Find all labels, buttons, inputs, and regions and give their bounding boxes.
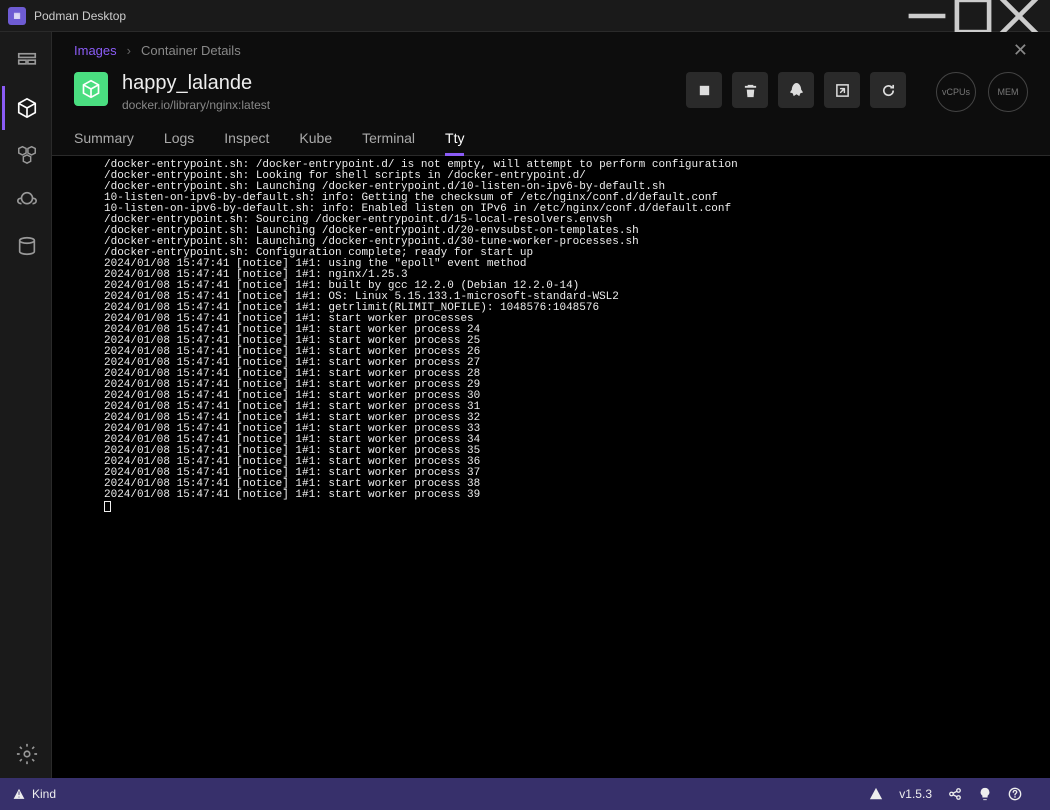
titlebar: ▦ Podman Desktop <box>0 0 1050 32</box>
tty-cursor <box>104 501 111 512</box>
status-kind[interactable]: Kind <box>12 787 56 801</box>
nav-pods[interactable] <box>2 132 50 176</box>
tty-line: 2024/01/08 15:47:41 [notice] 1#1: start … <box>104 490 1040 501</box>
tty-output[interactable]: /docker-entrypoint.sh: /docker-entrypoin… <box>52 156 1050 778</box>
sidebar <box>0 32 52 778</box>
breadcrumb-current: Container Details <box>141 43 241 58</box>
tab-tty[interactable]: Tty <box>445 122 464 156</box>
tab-terminal[interactable]: Terminal <box>362 122 415 156</box>
nav-settings[interactable] <box>2 732 50 776</box>
close-details-button[interactable]: ✕ <box>1013 40 1028 61</box>
status-version[interactable]: v1.5.3 <box>899 787 932 801</box>
tabs: Summary Logs Inspect Kube Terminal Tty <box>52 122 1050 156</box>
breadcrumb-sep: › <box>127 43 131 58</box>
app-title: Podman Desktop <box>34 9 126 23</box>
tab-inspect[interactable]: Inspect <box>224 122 269 156</box>
nav-dashboard[interactable] <box>2 40 50 84</box>
container-name: happy_lalande <box>122 72 270 95</box>
tab-logs[interactable]: Logs <box>164 122 194 156</box>
status-share-icon[interactable] <box>948 787 962 801</box>
app-icon: ▦ <box>8 7 26 25</box>
statusbar: Kind v1.5.3 <box>0 778 1050 810</box>
vcpus-meter: vCPUs <box>936 72 976 112</box>
container-image-ref: docker.io/library/nginx:latest <box>122 98 270 112</box>
breadcrumb-root[interactable]: Images <box>74 43 117 58</box>
restart-button[interactable] <box>870 72 906 108</box>
status-help-icon[interactable] <box>1008 787 1022 801</box>
container-header: happy_lalande docker.io/library/nginx:la… <box>52 68 1050 122</box>
close-window-button[interactable] <box>996 0 1042 32</box>
deploy-button[interactable] <box>778 72 814 108</box>
status-warning-icon[interactable] <box>869 787 883 801</box>
delete-button[interactable] <box>732 72 768 108</box>
container-icon <box>74 72 108 106</box>
tab-summary[interactable]: Summary <box>74 122 134 156</box>
breadcrumb: Images › Container Details ✕ <box>52 32 1050 68</box>
minimize-button[interactable] <box>904 0 950 32</box>
export-button[interactable] <box>824 72 860 108</box>
nav-images[interactable] <box>2 178 50 222</box>
nav-containers[interactable] <box>2 86 50 130</box>
tab-kube[interactable]: Kube <box>299 122 332 156</box>
maximize-button[interactable] <box>950 0 996 32</box>
status-bulb-icon[interactable] <box>978 787 992 801</box>
nav-volumes[interactable] <box>2 224 50 268</box>
stop-button[interactable] <box>686 72 722 108</box>
mem-meter: MEM <box>988 72 1028 112</box>
